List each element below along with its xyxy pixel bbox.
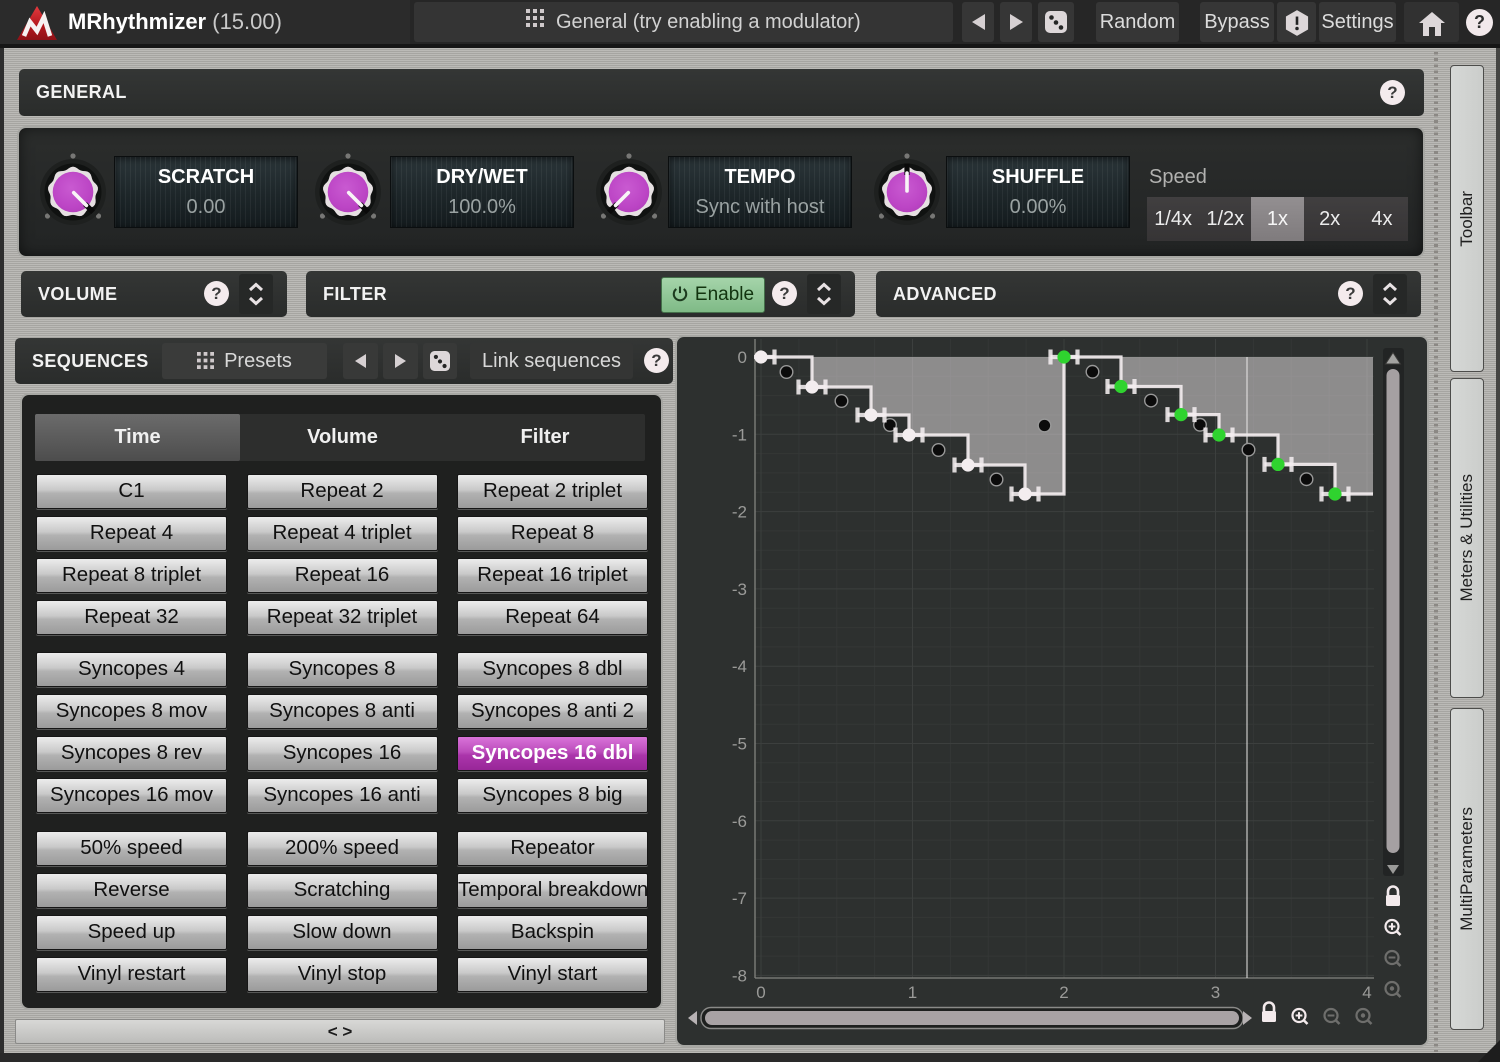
- svg-text:3: 3: [1211, 983, 1220, 1002]
- svg-text:-4: -4: [732, 657, 747, 676]
- svg-text:0: 0: [756, 983, 765, 1002]
- svg-text:-7: -7: [732, 889, 747, 908]
- svg-text:0: 0: [738, 348, 747, 367]
- svg-text:-5: -5: [732, 735, 747, 754]
- svg-text:2: 2: [1059, 983, 1068, 1002]
- svg-text:-6: -6: [732, 812, 747, 831]
- svg-text:-3: -3: [732, 580, 747, 599]
- svg-text:-2: -2: [732, 503, 747, 522]
- svg-text:-8: -8: [732, 966, 747, 985]
- svg-text:4: 4: [1362, 983, 1371, 1002]
- svg-text:-1: -1: [732, 425, 747, 444]
- svg-text:1: 1: [908, 983, 917, 1002]
